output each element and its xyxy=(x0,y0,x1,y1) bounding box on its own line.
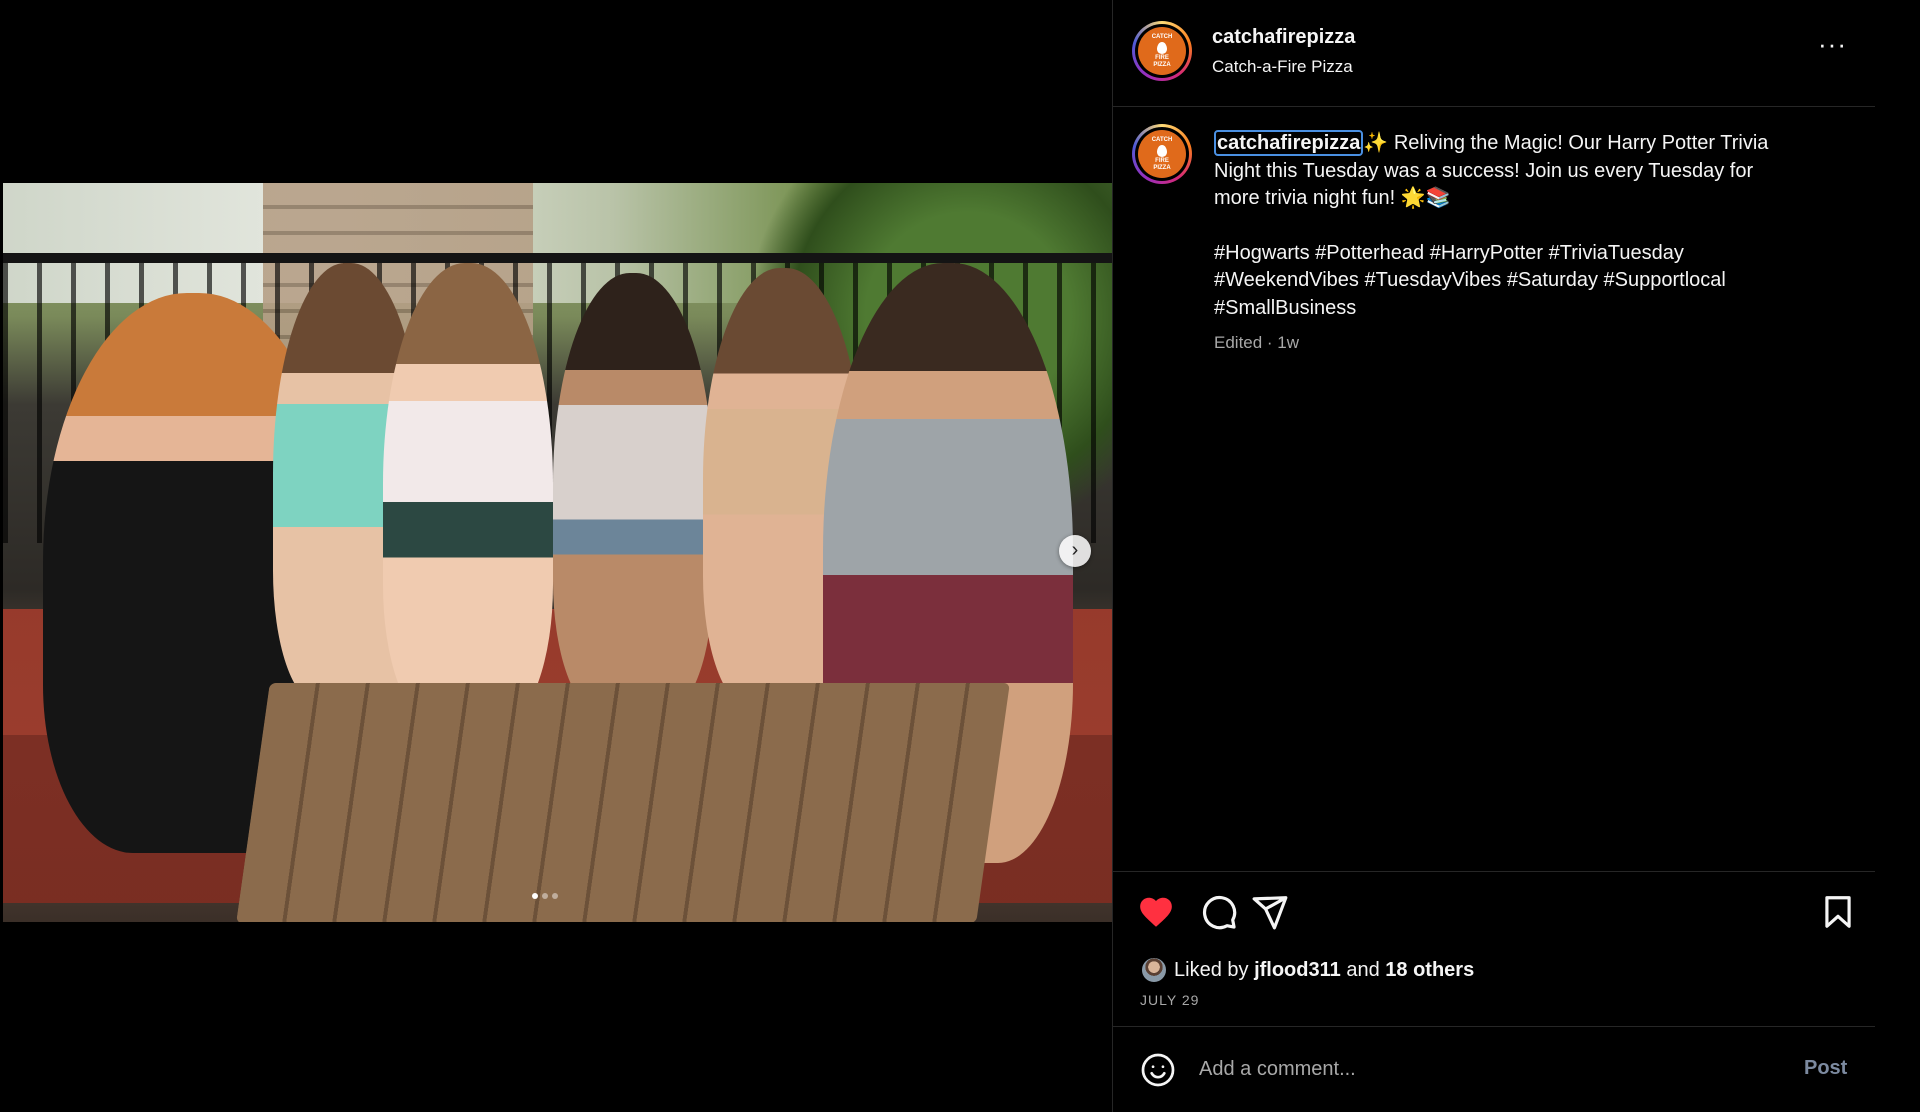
chevron-right-icon: › xyxy=(1071,539,1079,561)
hashtag-link[interactable]: #Supportlocal xyxy=(1604,269,1726,291)
edited-timestamp[interactable]: Edited · 1w xyxy=(1214,333,1299,353)
comment-input[interactable] xyxy=(1199,1052,1759,1086)
heart-icon[interactable] xyxy=(1137,893,1175,936)
more-horizontal-icon: ··· xyxy=(1818,29,1847,59)
carousel-next-button[interactable]: › xyxy=(1059,535,1091,567)
hashtag-line: #WeekendVibes #TuesdayVibes #Saturday #S… xyxy=(1214,267,1834,295)
post-side-panel: CATCH FIRE PIZZA catchafirepizza Catch-a… xyxy=(1112,0,1875,1112)
divider xyxy=(1113,871,1875,872)
brand-logo: CATCH FIRE PIZZA xyxy=(1138,27,1186,75)
liker-username[interactable]: jflood311 xyxy=(1254,959,1341,981)
photo-person xyxy=(383,263,553,723)
logo-text: CATCH xyxy=(1151,33,1173,40)
caption-text: Night this Tuesday was a success! Join u… xyxy=(1214,159,1754,182)
likes-summary: Liked by jflood311 and 18 others xyxy=(1174,959,1474,982)
liker-avatar[interactable] xyxy=(1140,956,1168,984)
avatar-ring: CATCH FIRE PIZZA xyxy=(1135,127,1189,181)
photo-table xyxy=(236,683,1010,922)
header-username[interactable]: catchafirepizza xyxy=(1212,26,1355,49)
caption-username[interactable]: catchafirepizza xyxy=(1214,130,1364,156)
likes-prefix: Liked by xyxy=(1174,959,1249,981)
avatar-ring: CATCH FIRE PIZZA xyxy=(1135,24,1189,78)
photo-person xyxy=(553,273,713,713)
hashtag-link[interactable]: #SmallBusiness xyxy=(1214,297,1356,319)
carousel-dot xyxy=(552,893,558,899)
hashtag-link[interactable]: #TuesdayVibes xyxy=(1364,269,1501,291)
logo-text: PIZZA xyxy=(1153,164,1171,171)
more-options-button[interactable]: ··· xyxy=(1818,31,1847,57)
logo-text: PIZZA xyxy=(1153,61,1171,68)
photo-railing-top xyxy=(3,253,1112,263)
logo-text: FIRE xyxy=(1155,157,1169,164)
hashtag-link[interactable]: #HarryPotter xyxy=(1430,242,1543,264)
brand-logo: CATCH FIRE PIZZA xyxy=(1138,130,1186,178)
header-subtitle: Catch-a-Fire Pizza xyxy=(1212,57,1353,76)
hashtag-link[interactable]: #Potterhead xyxy=(1315,242,1424,264)
divider xyxy=(1113,106,1875,107)
hashtag-link[interactable]: #TriviaTuesday xyxy=(1549,242,1684,264)
logo-text: FIRE xyxy=(1155,54,1169,61)
post-photo[interactable] xyxy=(3,183,1112,922)
caption-text: more trivia night fun! 🌟📚 xyxy=(1214,187,1451,209)
hashtag-link[interactable]: #WeekendVibes xyxy=(1214,269,1359,291)
hashtag-link[interactable]: #Hogwarts xyxy=(1214,242,1310,264)
flame-icon xyxy=(1157,41,1167,54)
caption-avatar[interactable]: CATCH FIRE PIZZA xyxy=(1132,124,1192,184)
likes-others-link[interactable]: 18 others xyxy=(1385,959,1474,981)
hashtag-link[interactable]: #Saturday xyxy=(1507,269,1598,291)
carousel-dots xyxy=(532,893,558,899)
smiley-icon[interactable] xyxy=(1140,1052,1176,1093)
logo-text: CATCH xyxy=(1151,136,1173,143)
caption-line: catchafirepizza ✨ Reliving the Magic! Our… xyxy=(1214,130,1834,158)
carousel-dot xyxy=(542,893,548,899)
caption-text: ✨ Reliving the Magic! Our Harry Potter T… xyxy=(1363,132,1769,154)
carousel-dot xyxy=(532,893,538,899)
comment-icon[interactable] xyxy=(1200,893,1238,936)
flame-icon xyxy=(1157,144,1167,157)
post-caption: catchafirepizza ✨ Reliving the Magic! Our… xyxy=(1214,130,1834,322)
bookmark-icon[interactable] xyxy=(1819,893,1857,936)
divider xyxy=(1113,1026,1875,1027)
post-date[interactable]: JULY 29 xyxy=(1140,992,1199,1008)
post-comment-button[interactable]: Post xyxy=(1804,1057,1847,1080)
header-avatar[interactable]: CATCH FIRE PIZZA xyxy=(1132,21,1192,81)
post-media: › xyxy=(0,0,1112,1112)
paper-plane-icon[interactable] xyxy=(1251,893,1289,936)
hashtag-line: #SmallBusiness xyxy=(1214,295,1834,323)
hashtag-line: #Hogwarts #Potterhead #HarryPotter #Triv… xyxy=(1214,240,1834,268)
likes-conjunction: and xyxy=(1346,959,1380,981)
